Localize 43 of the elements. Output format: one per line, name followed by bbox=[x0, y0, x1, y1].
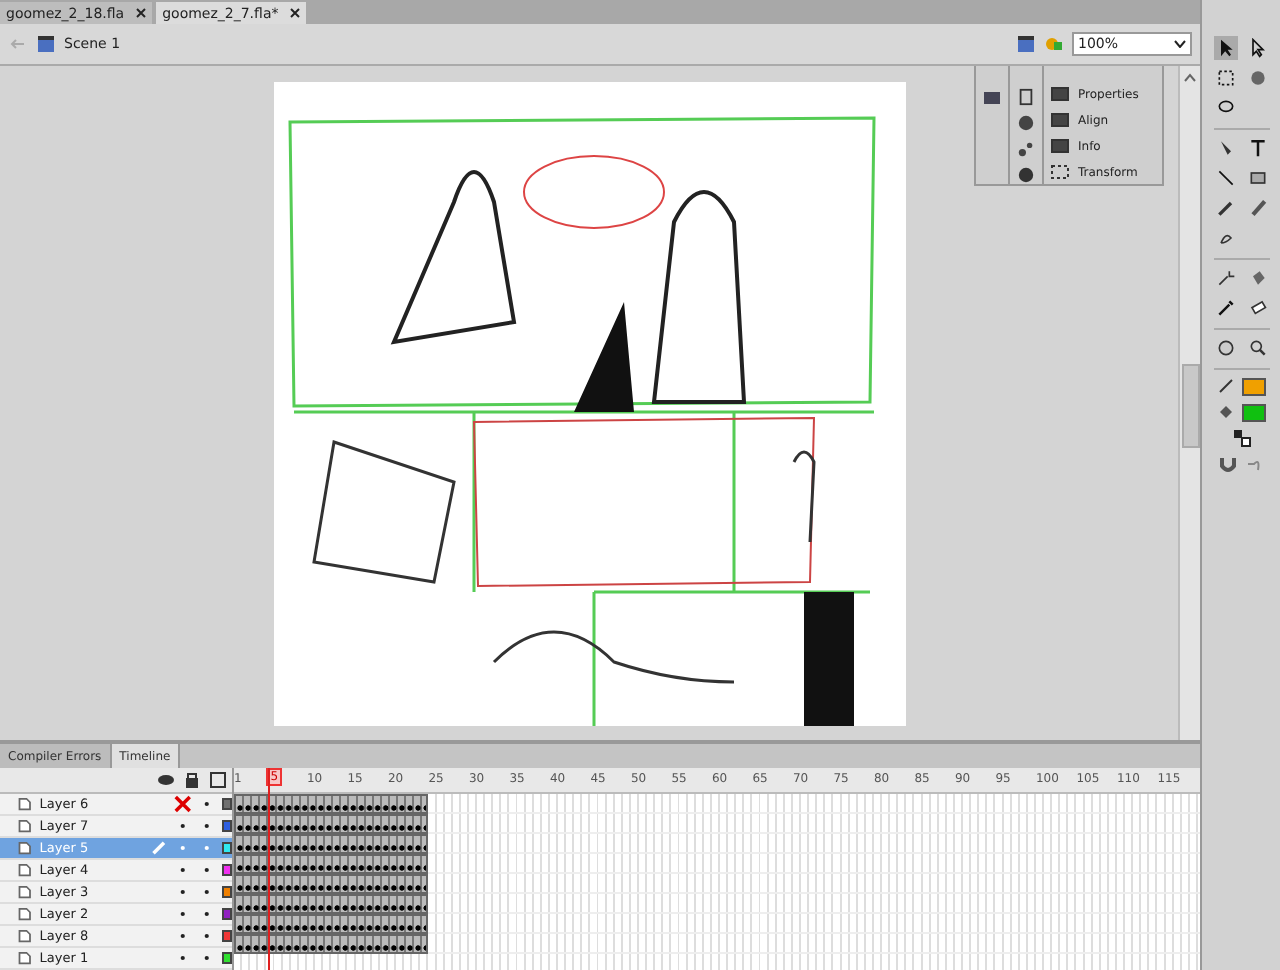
keyframe-span[interactable] bbox=[234, 874, 428, 894]
stroke-pencil-icon bbox=[1216, 376, 1236, 396]
chevron-down-icon bbox=[1174, 40, 1186, 48]
keyframe-span[interactable] bbox=[234, 854, 428, 874]
layer-color-swatch[interactable] bbox=[221, 820, 232, 832]
layer-color-swatch[interactable] bbox=[221, 842, 232, 854]
keyframe-span[interactable] bbox=[234, 894, 428, 914]
outline-icon[interactable] bbox=[208, 770, 228, 790]
close-icon[interactable] bbox=[136, 8, 147, 18]
pencil-icon bbox=[150, 838, 168, 858]
line-icon[interactable] bbox=[1213, 166, 1237, 190]
edit-scene-icon[interactable] bbox=[1016, 34, 1036, 54]
scrollbar-thumb[interactable] bbox=[1181, 364, 1199, 448]
transform-icon bbox=[1050, 162, 1070, 182]
fill-color-swatch[interactable] bbox=[1242, 403, 1266, 421]
keyframe-span[interactable] bbox=[234, 834, 428, 854]
vertical-scrollbar[interactable] bbox=[1178, 66, 1200, 740]
arrow-pointer-icon[interactable] bbox=[1213, 36, 1237, 60]
eyedropper-icon[interactable] bbox=[1213, 296, 1237, 320]
keyframe-span[interactable] bbox=[234, 914, 428, 934]
clapperboard-icon bbox=[36, 34, 56, 54]
keyframe-span[interactable] bbox=[234, 934, 428, 954]
layer-color-swatch[interactable] bbox=[221, 952, 232, 964]
close-icon[interactable] bbox=[290, 8, 301, 18]
lock-icon[interactable] bbox=[182, 770, 202, 790]
free-transform-icon[interactable] bbox=[1213, 66, 1237, 90]
keyframe-span[interactable] bbox=[234, 814, 428, 834]
pencil-icon[interactable] bbox=[1213, 196, 1237, 220]
layer-color-swatch[interactable] bbox=[221, 864, 232, 876]
layer-color-swatch[interactable] bbox=[221, 798, 232, 810]
layer-color-swatch[interactable] bbox=[221, 930, 232, 942]
rectangle-icon[interactable] bbox=[1245, 166, 1269, 190]
eye-icon[interactable] bbox=[156, 770, 176, 790]
keyframe-span[interactable] bbox=[234, 794, 428, 814]
hidden-x-icon[interactable] bbox=[174, 794, 192, 814]
nodes-icon[interactable] bbox=[1016, 140, 1036, 158]
swap-colors-icon[interactable] bbox=[1231, 428, 1251, 448]
text-tool-icon[interactable] bbox=[1245, 136, 1269, 160]
layer-color-swatch[interactable] bbox=[221, 908, 232, 920]
layer-color-swatch[interactable] bbox=[221, 886, 232, 898]
stroke-color-swatch[interactable] bbox=[1242, 377, 1266, 395]
magnet-icon[interactable] bbox=[1218, 454, 1238, 474]
zoom-icon[interactable] bbox=[1245, 336, 1269, 360]
